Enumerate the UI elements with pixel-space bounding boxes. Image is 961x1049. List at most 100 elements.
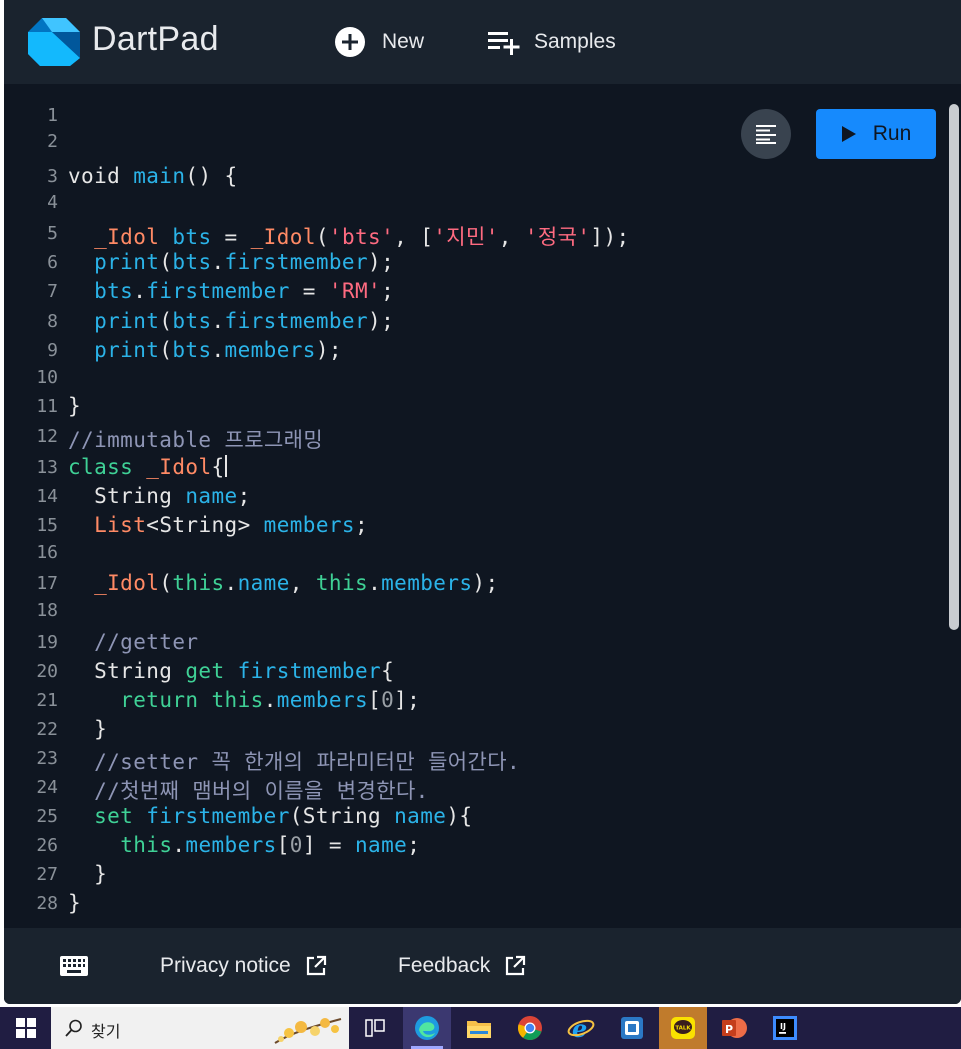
line-number: 25 — [36, 806, 58, 827]
code-token: print — [94, 250, 160, 274]
taskbar-search-box[interactable]: 찾기 — [51, 1007, 349, 1049]
internet-explorer-icon[interactable]: e — [557, 1007, 605, 1049]
code-token: this — [172, 571, 225, 595]
code-token: members — [263, 513, 355, 537]
code-token: members — [224, 338, 316, 362]
new-button[interactable]: New — [334, 24, 424, 60]
open-in-new-icon — [306, 955, 326, 976]
line-number: 15 — [36, 515, 58, 536]
code-token: ]; — [394, 688, 421, 712]
code-line[interactable]: } — [68, 394, 81, 418]
code-token: firstmember — [146, 804, 290, 828]
file-explorer-icon[interactable] — [455, 1007, 503, 1049]
code-line[interactable]: print(bts.firstmember); — [68, 250, 394, 274]
code-line[interactable]: //immutable 프로그래밍 — [68, 424, 323, 454]
code-line[interactable]: set firstmember(String name){ — [68, 804, 472, 828]
svg-text:TALK: TALK — [675, 1026, 691, 1032]
privacy-notice-label: Privacy notice — [160, 954, 291, 977]
code-line[interactable]: _Idol bts = _Idol('bts', ['지민', '정국']); — [68, 221, 630, 251]
code-line[interactable]: this.members[0] = name; — [68, 833, 420, 857]
privacy-notice-link[interactable]: Privacy notice — [160, 954, 327, 978]
windows-start-icon[interactable] — [16, 1018, 36, 1038]
code-token: . — [211, 250, 225, 274]
code-token: ); — [368, 309, 395, 333]
code-token: = — [289, 279, 329, 303]
code-line[interactable]: return this.members[0]; — [68, 688, 420, 712]
code-token: //첫번째 맴버의 이름을 변경한다. — [68, 779, 429, 803]
line-number: 11 — [36, 396, 58, 417]
code-line[interactable]: bts.firstmember = 'RM'; — [68, 279, 394, 303]
line-number: 22 — [36, 719, 58, 740]
line-number: 12 — [36, 426, 58, 447]
code-token: } — [68, 891, 82, 915]
app-icon[interactable] — [608, 1007, 656, 1049]
code-line[interactable]: //getter — [68, 630, 198, 654]
windows-taskbar: 찾기 e TALK P IJ — [0, 1007, 961, 1049]
svg-text:IJ: IJ — [780, 1022, 786, 1031]
scrollbar-thumb[interactable] — [949, 104, 959, 630]
samples-button[interactable]: Samples — [486, 24, 616, 60]
feedback-link[interactable]: Feedback — [398, 954, 526, 978]
code-line[interactable]: } — [68, 862, 107, 886]
code-token: [ — [368, 688, 382, 712]
code-line[interactable]: void main() { — [68, 164, 238, 188]
code-token: ( — [159, 309, 173, 333]
code-line[interactable]: class _Idol{ — [68, 455, 227, 479]
footer-bar: Privacy notice Feedback — [4, 928, 961, 1004]
code-token: { — [381, 659, 395, 683]
code-line[interactable]: String name; — [68, 484, 251, 508]
code-line[interactable]: String get firstmember{ — [68, 659, 394, 683]
editor-scrollbar[interactable] — [946, 84, 961, 928]
code-token: ); — [472, 571, 499, 595]
format-button[interactable] — [741, 109, 791, 159]
code-line[interactable]: } — [68, 717, 107, 741]
dartpad-window: DartPad New Samples 1 2 3 void main() {4 5 _… — [4, 0, 961, 1004]
format-align-icon — [756, 125, 776, 144]
feedback-label: Feedback — [398, 954, 491, 977]
code-editor[interactable]: 1 2 3 void main() {4 5 _Idol bts = _Idol('bt… — [4, 84, 946, 928]
open-in-new-icon — [506, 955, 526, 976]
task-view-icon[interactable] — [351, 1007, 399, 1049]
code-line[interactable]: //setter 꼭 한개의 파라미터만 들어간다. — [68, 746, 520, 776]
code-line[interactable]: print(bts.firstmember); — [68, 309, 394, 333]
code-token: _Idol — [146, 455, 212, 479]
line-number: 28 — [36, 893, 58, 914]
code-token: print — [94, 309, 160, 333]
code-line[interactable]: print(bts.members); — [68, 338, 342, 362]
code-token: . — [211, 309, 225, 333]
code-token: bts — [172, 250, 212, 274]
code-token: _Idol — [250, 225, 316, 249]
run-button[interactable]: Run — [816, 109, 936, 159]
kakaotalk-icon[interactable]: TALK — [659, 1007, 707, 1049]
code-line[interactable]: List<String> members; — [68, 513, 368, 537]
code-token: . — [211, 338, 225, 362]
code-token: return — [120, 688, 199, 712]
code-token: firstmember — [224, 309, 369, 333]
code-token: bts — [172, 338, 212, 362]
code-line[interactable]: _Idol(this.name, this.members); — [68, 571, 499, 595]
code-token: . — [368, 571, 382, 595]
keyboard-icon[interactable] — [60, 956, 88, 976]
code-token: ] = — [302, 833, 356, 857]
intellij-icon[interactable]: IJ — [761, 1007, 809, 1049]
code-token: name — [355, 833, 408, 857]
code-token: members — [381, 571, 473, 595]
code-token: members — [276, 688, 369, 712]
chrome-icon[interactable] — [506, 1007, 554, 1049]
code-token: ( — [159, 338, 173, 362]
code-token: = — [211, 225, 251, 249]
code-token: firstmember — [224, 250, 369, 274]
code-line[interactable]: } — [68, 891, 81, 915]
play-icon — [841, 126, 856, 142]
code-token: , [ — [394, 225, 434, 249]
edge-icon[interactable] — [403, 1007, 451, 1049]
code-line[interactable]: //첫번째 맴버의 이름을 변경한다. — [68, 775, 429, 805]
code-token: } — [68, 862, 108, 886]
svg-text:P: P — [725, 1023, 733, 1036]
powerpoint-icon[interactable]: P — [710, 1007, 758, 1049]
